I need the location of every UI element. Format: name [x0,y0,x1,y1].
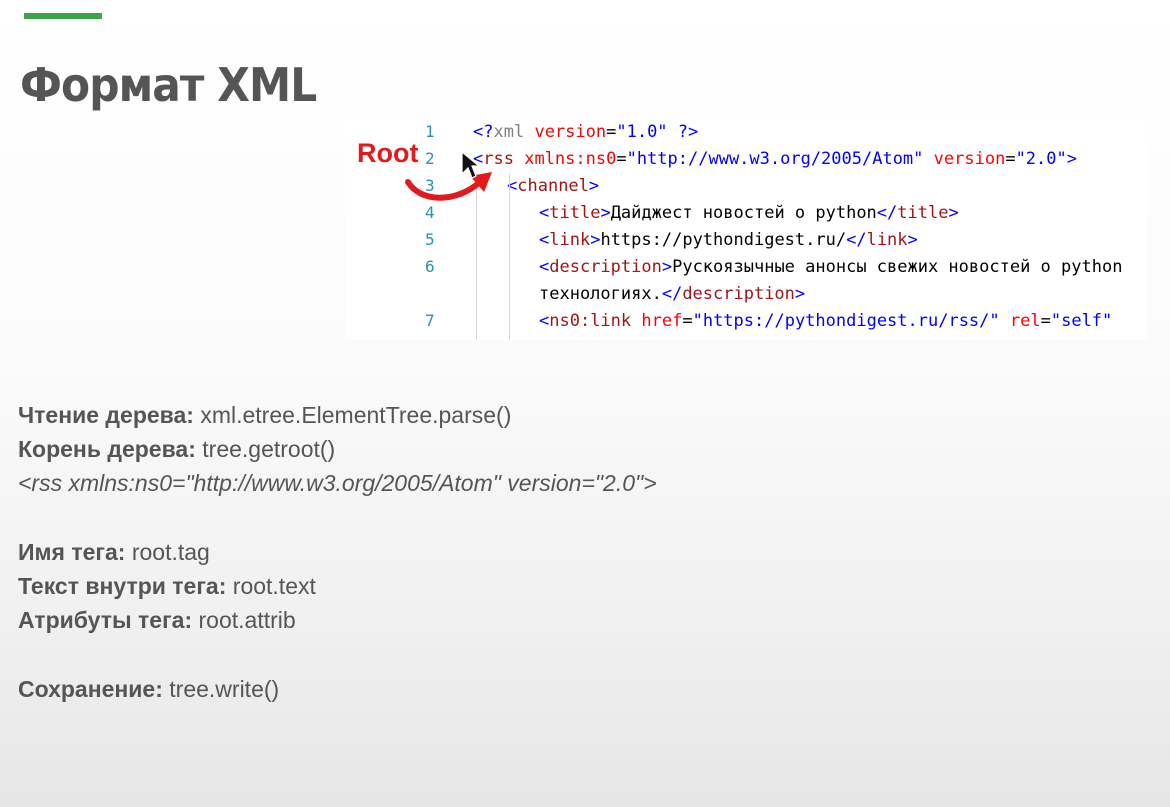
code-token: <? [473,122,494,142]
code-token: > [794,284,806,304]
code-token: link [866,230,908,250]
code-token: ns0:link [549,311,632,331]
code-token: "self" [1050,311,1113,331]
code-token: > [600,203,611,223]
code-token: > [588,176,600,196]
code-token: = [606,122,617,142]
note-label: Сохранение: [18,676,163,702]
code-token: version [534,122,607,142]
note-value: tree.getroot() [202,436,336,462]
code-token: > [1066,149,1077,169]
code-token: </ [876,203,898,223]
note-label: Текст внутри тега: [18,573,227,599]
code-line: 6 <description>Рускоязычные анонсы свежих… [345,255,1147,279]
note-tag-attributes: Атрибуты тега: root.attrib [18,603,657,637]
note-value: root.text [232,573,316,599]
code-token: ?> [677,122,699,142]
code-token: "1.0" [616,122,668,142]
root-example-text: <rss xmlns:ns0="http://www.w3.org/2005/A… [18,470,657,496]
line-number: 6 [425,257,435,276]
code-token: link [549,230,591,250]
note-tree-root: Корень дерева: tree.getroot() [18,432,657,466]
slide-title: Формат XML [20,58,317,112]
code-text: <ns0:link href="https://pythondigest.ru/… [539,309,1112,333]
code-token: "2.0" [1015,149,1067,169]
code-text: <description>Рускоязычные анонсы свежих … [539,255,1122,279]
code-token: </ [661,284,683,304]
code-token: < [539,311,550,331]
code-token: title [549,203,601,223]
code-token: > [590,230,601,250]
line-number: 5 [425,230,435,249]
code-text: технологиях.</description> [539,282,805,306]
accent-bar [24,13,102,19]
code-token: version [933,149,1006,169]
code-token: xmlns:ns0 [524,149,617,169]
code-token: description [682,284,795,304]
code-token: < [539,230,550,250]
code-token: </ [846,230,867,250]
line-number: 1 [425,122,435,141]
code-token: "https://pythondigest.ru/rss/" [692,311,1000,331]
note-value: xml.etree.ElementTree.parse() [200,402,512,428]
code-token: href [641,311,683,331]
code-text: <?xml version="1.0" ?> [473,120,698,144]
code-token: Рускоязычные анонсы свежих новостей о py… [672,257,1123,277]
code-token: = [1005,149,1016,169]
code-token: "http://www.w3.org/2005/Atom" [626,149,924,169]
code-text: <link>https://pythondigest.ru/</link> [539,228,918,252]
code-token: < [539,257,550,277]
code-token: title [897,203,949,223]
note-read-tree: Чтение дерева: xml.etree.ElementTree.par… [18,398,657,432]
code-text: <channel> [507,174,599,198]
code-token: description [549,257,662,277]
code-line: 5 <link>https://pythondigest.ru/</link> [345,228,1147,252]
code-token: https://pythondigest.ru/ [600,230,847,250]
note-save: Сохранение: tree.write() [18,672,657,706]
mouse-cursor-icon [461,150,480,179]
code-token: технологиях. [539,284,662,304]
code-token: = [616,149,627,169]
code-text: <title>Дайджест новостей о python</title… [539,201,959,225]
curved-arrow-icon [405,172,492,201]
code-line: 7 <ns0:link href="https://pythondigest.ru… [345,309,1147,333]
line-number: 7 [425,311,435,330]
code-token: = [682,311,693,331]
note-value: root.attrib [198,607,296,633]
code-text: <rss xmlns:ns0="http://www.w3.org/2005/A… [473,147,1077,171]
code-token: < [539,203,550,223]
note-label: Чтение дерева: [18,402,194,428]
note-label: Корень дерева: [18,436,196,462]
code-token: > [907,230,918,250]
code-token: = [1040,311,1051,331]
code-token: > [661,257,673,277]
note-value: tree.write() [169,676,280,702]
code-token: Дайджест новостей о python [610,203,877,223]
code-line: 1 <?xml version="1.0" ?> [345,120,1147,144]
code-token: rel [1009,311,1041,331]
note-value: root.tag [131,539,210,565]
indent-guide [509,174,510,340]
note-tag-text: Текст внутри тега: root.text [18,569,657,603]
note-tag-name: Имя тега: root.tag [18,535,657,569]
code-token: > [948,203,959,223]
code-line: технологиях.</description> [345,282,1147,306]
notes-block: Чтение дерева: xml.etree.ElementTree.par… [18,398,657,706]
note-label: Имя тега: [18,539,126,565]
code-token: channel [517,176,589,196]
note-label: Атрибуты тега: [18,607,193,633]
note-root-example: <rss xmlns:ns0="http://www.w3.org/2005/A… [18,466,657,500]
code-token: xml [493,122,525,142]
